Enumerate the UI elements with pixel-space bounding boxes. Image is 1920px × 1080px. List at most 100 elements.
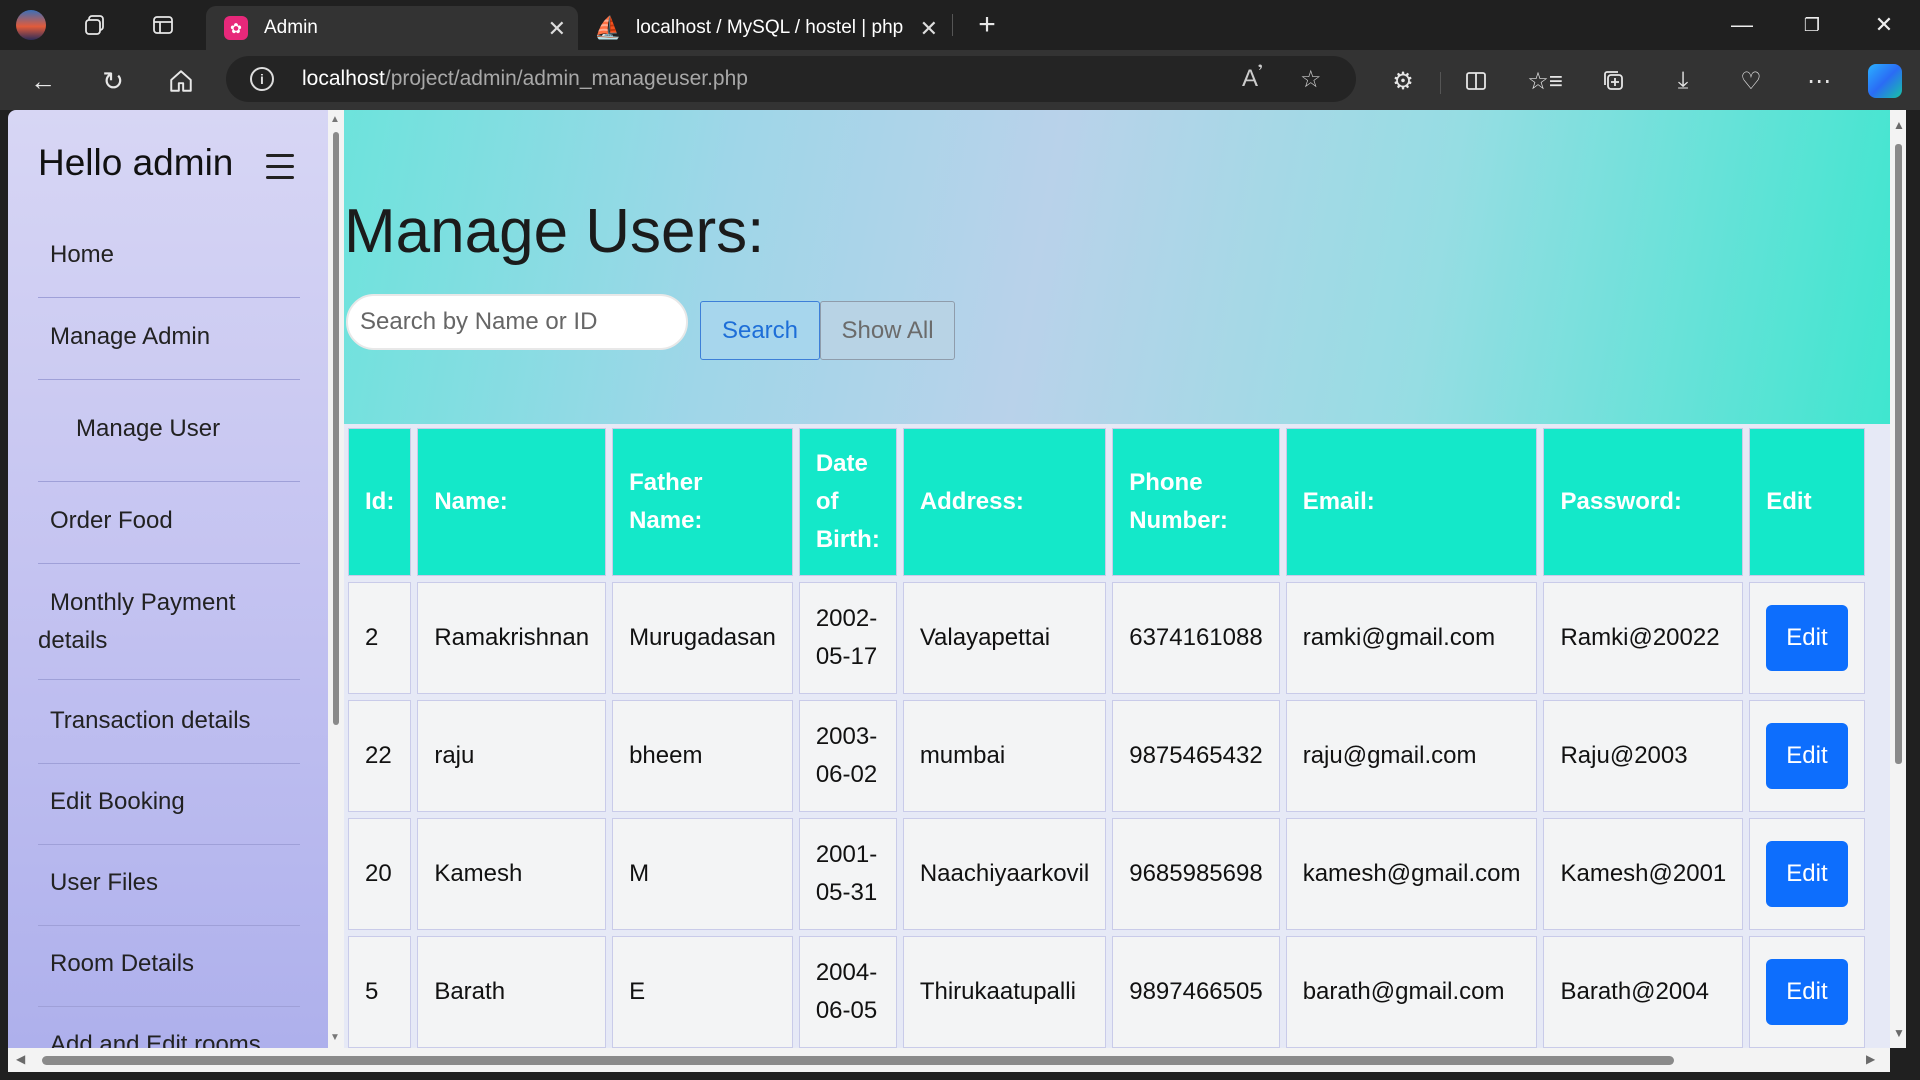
- window-close-icon[interactable]: ✕: [1854, 8, 1914, 42]
- sidebar-scrollbar[interactable]: ▲ ▼: [328, 110, 344, 1048]
- sidebar-item-label: Order Food: [50, 507, 173, 534]
- scrollbar-thumb[interactable]: [333, 132, 339, 725]
- sidebar-item-edit-booking[interactable]: Edit Booking: [38, 783, 300, 845]
- cell-edit: Edit: [1749, 582, 1865, 694]
- tab-actions-icon[interactable]: [148, 10, 178, 40]
- sidebar-item-home[interactable]: Home: [38, 236, 300, 298]
- downloads-icon[interactable]: ⤓: [1666, 64, 1700, 98]
- cell-id: 2: [348, 582, 412, 694]
- minimize-icon[interactable]: —: [1712, 8, 1772, 42]
- scroll-up-arrow-icon[interactable]: ▲: [330, 114, 340, 125]
- tab-admin[interactable]: ✿ Admin ✕: [206, 6, 578, 50]
- column-header-phone: Phone Number:: [1112, 428, 1280, 576]
- address-bar[interactable]: i localhost/project/admin/admin_manageus…: [226, 56, 1356, 102]
- edit-button[interactable]: Edit: [1766, 841, 1848, 907]
- sidebar-item-monthly-payment[interactable]: Monthly Payment details: [38, 584, 300, 680]
- reload-icon[interactable]: ↻: [96, 64, 130, 98]
- cell-father-name: Murugadasan: [612, 582, 793, 694]
- scroll-right-arrow-icon[interactable]: ▶: [1866, 1052, 1875, 1066]
- restore-icon[interactable]: ❐: [1782, 8, 1842, 42]
- site-info-icon[interactable]: i: [250, 67, 274, 91]
- table-row: 20 Kamesh M 2001-05-31 Naachiyaarkovil 9…: [348, 818, 1865, 930]
- url-path: /project/admin/admin_manageuser.php: [384, 67, 748, 90]
- page-title: Manage Users:: [344, 197, 765, 266]
- close-icon[interactable]: ✕: [920, 16, 938, 42]
- new-tab-icon[interactable]: +: [972, 8, 1002, 41]
- sidebar-item-label: Home: [50, 241, 115, 268]
- cell-father-name: E: [612, 936, 793, 1048]
- header-banner: Manage Users: Search Show All: [344, 110, 1890, 424]
- cell-father-name: bheem: [612, 700, 793, 812]
- home-icon[interactable]: [164, 64, 198, 98]
- sidebar-item-room-details[interactable]: Room Details: [38, 945, 300, 1007]
- table-row: 2 Ramakrishnan Murugadasan 2002-05-17 Va…: [348, 582, 1865, 694]
- browser-toolbar: ← ↻ i localhost/project/admin/admin_mana…: [0, 50, 1920, 110]
- cell-email: kamesh@gmail.com: [1285, 818, 1538, 930]
- cell-phone: 9685985698: [1112, 818, 1280, 930]
- split-screen-icon[interactable]: [1459, 64, 1493, 98]
- cell-phone: 6374161088: [1112, 582, 1280, 694]
- cell-email: ramki@gmail.com: [1285, 582, 1538, 694]
- collections-icon[interactable]: [1597, 64, 1631, 98]
- page-horizontal-scrollbar[interactable]: ◀ ▶: [8, 1048, 1890, 1072]
- scrollbar-thumb[interactable]: [1895, 144, 1902, 764]
- sidebar-item-add-edit-rooms[interactable]: Add and Edit rooms: [38, 1026, 300, 1048]
- show-all-button[interactable]: Show All: [820, 301, 955, 360]
- column-header-id: Id:: [348, 428, 412, 576]
- cell-dob: 2001-05-31: [798, 818, 897, 930]
- cell-dob: 2004-06-05: [798, 936, 897, 1048]
- cell-password: Barath@2004: [1543, 936, 1744, 1048]
- table-row: 5 Barath E 2004-06-05 Thirukaatupalli 98…: [348, 936, 1865, 1048]
- copilot-icon[interactable]: [1868, 64, 1902, 98]
- sidebar-item-user-files[interactable]: User Files: [38, 864, 300, 926]
- tab-title: Admin: [264, 17, 318, 38]
- scroll-down-arrow-icon[interactable]: ▼: [330, 1032, 340, 1043]
- more-menu-icon[interactable]: ⋯: [1802, 64, 1836, 98]
- cell-edit: Edit: [1749, 818, 1865, 930]
- scroll-left-arrow-icon[interactable]: ◀: [16, 1052, 25, 1066]
- phpmyadmin-icon: ⛵: [594, 15, 622, 40]
- page-vertical-scrollbar[interactable]: ▲ ▼: [1890, 110, 1906, 1048]
- sidebar-item-order-food[interactable]: Order Food: [38, 502, 300, 564]
- url-text[interactable]: localhost/project/admin/admin_manageuser…: [302, 67, 748, 91]
- sidebar-title: Hello admin: [38, 142, 234, 183]
- column-header-edit: Edit: [1749, 428, 1865, 576]
- cell-id: 5: [348, 936, 412, 1048]
- favorite-star-icon[interactable]: ☆: [1300, 65, 1322, 94]
- sidebar-item-label: Add and Edit rooms: [50, 1031, 261, 1048]
- search-button[interactable]: Search: [700, 301, 820, 360]
- hamburger-menu-icon[interactable]: [266, 154, 294, 187]
- url-host: localhost: [302, 67, 385, 90]
- cell-edit: Edit: [1749, 936, 1865, 1048]
- tab-phpmyadmin[interactable]: ⛵ localhost / MySQL / hostel | php ✕: [578, 6, 950, 50]
- cell-name: Ramakrishnan: [417, 582, 607, 694]
- back-icon[interactable]: ←: [26, 64, 60, 98]
- sidebar-item-label: Manage Admin: [50, 323, 211, 350]
- sidebar-item-manage-admin[interactable]: Manage Admin: [38, 318, 300, 380]
- sidebar-item-label: Monthly Payment details: [38, 589, 236, 654]
- scroll-up-arrow-icon[interactable]: ▲: [1893, 118, 1905, 132]
- edit-button[interactable]: Edit: [1766, 723, 1848, 789]
- tab-title: localhost / MySQL / hostel | php: [636, 17, 904, 38]
- profile-avatar-icon[interactable]: [16, 10, 46, 40]
- search-input[interactable]: [346, 294, 688, 350]
- xampp-icon: ✿: [224, 16, 248, 40]
- column-header-father-name: Father Name:: [612, 428, 793, 576]
- cell-email: raju@gmail.com: [1285, 700, 1538, 812]
- edit-button[interactable]: Edit: [1766, 605, 1848, 671]
- cell-address: Thirukaatupalli: [902, 936, 1107, 1048]
- scroll-down-arrow-icon[interactable]: ▼: [1893, 1026, 1905, 1040]
- sidebar-item-label: Edit Booking: [50, 788, 185, 815]
- read-aloud-icon[interactable]: A𝄒: [1242, 65, 1262, 93]
- close-icon[interactable]: ✕: [548, 16, 566, 42]
- workspaces-icon[interactable]: [80, 10, 110, 40]
- sidebar-item-manage-user[interactable]: Manage User: [38, 410, 300, 482]
- cell-address: mumbai: [902, 700, 1107, 812]
- sidebar-item-transaction-details[interactable]: Transaction details: [38, 702, 300, 764]
- browser-essentials-icon[interactable]: ♡: [1734, 64, 1768, 98]
- scrollbar-thumb[interactable]: [42, 1056, 1674, 1065]
- browser-tab-bar: ✿ Admin ✕ ⛵ localhost / MySQL / hostel |…: [0, 0, 1920, 50]
- extensions-icon[interactable]: ⚙: [1386, 64, 1420, 98]
- edit-button[interactable]: Edit: [1766, 959, 1848, 1025]
- favorites-icon[interactable]: ☆≡: [1527, 64, 1563, 98]
